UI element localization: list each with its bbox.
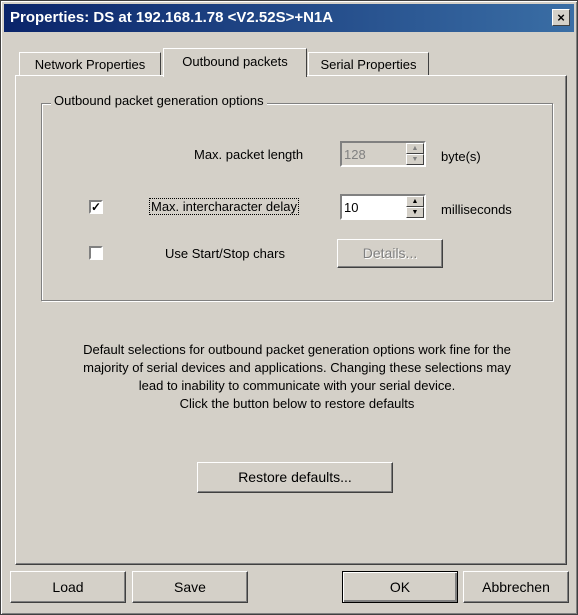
max-interchar-delay-label-text: Max. intercharacter delay: [149, 198, 299, 215]
tab-serial-properties[interactable]: Serial Properties: [308, 52, 429, 76]
details-button[interactable]: Details...: [337, 239, 443, 268]
start-stop-chars-label: Use Start/Stop chars: [165, 246, 285, 261]
ok-button[interactable]: OK: [342, 571, 458, 603]
info-text: Default selections for outbound packet g…: [41, 341, 553, 413]
cancel-button[interactable]: Abbrechen: [463, 571, 569, 603]
spin-down-icon[interactable]: ▼: [406, 154, 424, 165]
start-stop-chars-checkbox[interactable]: [89, 246, 103, 260]
info-line: majority of serial devices and applicati…: [83, 360, 511, 375]
load-button[interactable]: Load: [10, 571, 126, 603]
tab-outbound-packets[interactable]: Outbound packets: [163, 48, 307, 77]
max-interchar-delay-spinner[interactable]: ▲ ▼: [340, 194, 426, 220]
properties-dialog: Properties: DS at 192.168.1.78 <V2.52S>+…: [0, 0, 578, 615]
info-line: Default selections for outbound packet g…: [83, 342, 511, 357]
spin-up-icon[interactable]: ▲: [406, 143, 424, 154]
max-packet-length-unit: byte(s): [441, 149, 481, 164]
groupbox-legend: Outbound packet generation options: [51, 93, 267, 108]
save-button[interactable]: Save: [132, 571, 248, 603]
spin-down-icon[interactable]: ▼: [406, 207, 424, 218]
max-interchar-delay-unit: milliseconds: [441, 202, 512, 217]
close-icon[interactable]: ×: [552, 9, 570, 26]
tab-network-properties[interactable]: Network Properties: [19, 52, 161, 76]
window-title: Properties: DS at 192.168.1.78 <V2.52S>+…: [10, 9, 334, 26]
max-interchar-delay-input[interactable]: [344, 198, 404, 216]
max-interchar-delay-label: Max. intercharacter delay: [149, 198, 299, 215]
spin-up-icon[interactable]: ▲: [406, 196, 424, 207]
title-bar[interactable]: Properties: DS at 192.168.1.78 <V2.52S>+…: [4, 4, 574, 32]
max-packet-length-label: Max. packet length: [194, 147, 304, 162]
max-interchar-delay-checkbox[interactable]: ✓: [89, 200, 103, 214]
max-packet-length-spinner[interactable]: ▲ ▼: [340, 141, 426, 167]
info-line: lead to inability to communicate with yo…: [138, 378, 456, 393]
max-packet-length-input[interactable]: [344, 145, 404, 163]
restore-defaults-button[interactable]: Restore defaults...: [197, 462, 393, 493]
info-line: Click the button below to restore defaul…: [179, 396, 415, 411]
